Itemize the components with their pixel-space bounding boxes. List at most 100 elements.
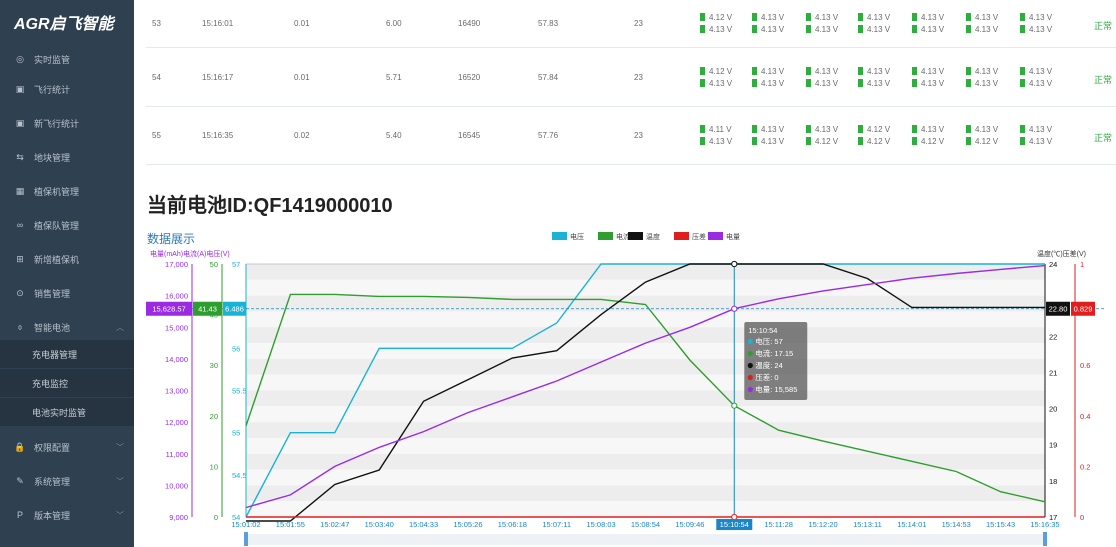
legend-swatch — [552, 232, 567, 240]
sidebar-subitem-1[interactable]: 充电监控 — [0, 369, 134, 397]
battery-icon — [912, 125, 917, 133]
cell-voltage: 4.13 V — [700, 137, 732, 146]
battery-icon — [700, 13, 705, 21]
x-tick-label: 15:13:11 — [853, 520, 882, 529]
cell-d: 57.84 — [538, 72, 559, 82]
legend-label: 电量 — [726, 232, 740, 241]
cell-voltage: 4.13 V — [912, 25, 944, 34]
voltage-value: 4.13 V — [815, 25, 839, 34]
sidebar-item-1[interactable]: ▣ 飞行统计 — [0, 74, 134, 104]
battery-icon — [752, 25, 757, 33]
cell-d: 57.76 — [538, 131, 559, 140]
sidebar-item-label: 销售管理 — [34, 288, 71, 299]
sidebar-item2-1[interactable]: ✎ 系统管理 ﹀ — [0, 466, 134, 496]
cell-time: 15:16:35 — [202, 131, 234, 140]
battery-chart[interactable]: 电压 电流 温度 压差 电量电量(mAh)电流(A)电压(V) 温度(℃)压差(V) 17,… — [146, 226, 1116, 547]
battery-icon — [966, 137, 971, 145]
cell-e: 23 — [634, 19, 643, 28]
logo: AGR启飞智能 — [14, 16, 114, 33]
battery-icon — [858, 78, 863, 87]
zoom-handle-left[interactable] — [244, 532, 248, 546]
pressure-tick-label: 1 — [1080, 260, 1084, 269]
cell-voltage: 4.12 V — [700, 13, 732, 22]
axis-readout-value: 15,628.57 — [152, 305, 185, 314]
chevron-down-icon: ﹀ — [116, 476, 124, 486]
battery-icon — [966, 125, 971, 133]
voltage-value: 4.13 V — [867, 25, 891, 34]
voltage-value: 4.13 V — [709, 78, 733, 88]
cell-voltage: 4.13 V — [912, 66, 944, 76]
x-tick-label: 15:15:43 — [986, 520, 1015, 529]
battery-icon — [1020, 78, 1025, 87]
right-axis-title: 温度(℃)压差(V) — [1037, 249, 1086, 258]
battery-icon — [912, 78, 917, 87]
x-tick-label: 15:08:03 — [587, 520, 616, 529]
capacity-tick-label: 15,000 — [165, 323, 188, 332]
sidebar-item-2[interactable]: ▣ 新飞行统计 — [0, 108, 134, 138]
page-title: 当前电池ID:QF1419000010 — [147, 195, 393, 217]
battery-icon — [858, 125, 863, 133]
cell-c: 16545 — [458, 131, 481, 140]
battery-icon — [752, 125, 757, 133]
battery-icon — [966, 78, 971, 87]
wrench-icon: ✎ — [16, 475, 24, 486]
cell-voltage: 4.12 V — [858, 125, 890, 134]
sidebar-subitem-0[interactable]: 充电器管理 — [0, 340, 134, 368]
voltage-value: 4.13 V — [921, 25, 945, 34]
capacity-tick-label: 9,000 — [169, 513, 188, 522]
battery-icon — [858, 66, 863, 75]
plot-band — [246, 469, 1045, 486]
tooltip-marker — [747, 350, 753, 357]
x-tick-label: 15:08:54 — [631, 520, 660, 529]
sidebar-item-8[interactable]: ⌽ 智能电池 ︿ — [0, 312, 134, 342]
battery-icon — [1020, 25, 1025, 33]
current-tick-label: 0 — [214, 513, 218, 522]
x-tick-label: 15:16:35 — [1030, 520, 1059, 529]
cell-e: 23 — [634, 72, 643, 82]
sidebar-item-4[interactable]: ▦ 植保机管理 — [0, 176, 134, 206]
voltage-value: 4.13 V — [815, 13, 839, 22]
sidebar-item-6[interactable]: ⊞ 新增植保机 — [0, 244, 134, 274]
voltage-value: 4.13 V — [1029, 125, 1053, 134]
cell-voltage: 4.13 V — [1020, 25, 1052, 34]
voltage-value: 4.13 V — [1029, 78, 1053, 88]
current-tick-label: 30 — [210, 361, 218, 370]
zoom-handle-right[interactable] — [1043, 532, 1047, 546]
sidebar-item-7[interactable]: ⊙ 销售管理 — [0, 278, 134, 308]
sidebar-subitem-2[interactable]: 电池实时监管 — [0, 398, 134, 426]
crosshair-point — [731, 305, 738, 312]
battery-icon — [752, 78, 757, 87]
voltage-value: 4.13 V — [867, 66, 891, 76]
battery-icon — [858, 137, 863, 145]
voltage-value: 4.12 V — [921, 137, 945, 146]
battery-icon — [700, 137, 705, 145]
cell-voltage: 4.12 V — [700, 66, 732, 76]
cell-b: 5.40 — [386, 131, 402, 140]
voltage-value: 4.13 V — [975, 66, 999, 76]
cell-voltage: 4.13 V — [966, 66, 999, 76]
sidebar-item-5[interactable]: ∞ 植保队管理 — [0, 210, 134, 240]
cell-voltage: 4.12 V — [858, 137, 890, 146]
temp-tick-label: 18 — [1049, 477, 1057, 486]
voltage-tick-label: 54.5 — [232, 471, 247, 480]
left-axis-title: 电量(mAh)电流(A)电压(V) — [150, 249, 230, 258]
plot-band — [246, 501, 1045, 517]
sidebar-item-label: 植保机管理 — [34, 186, 80, 197]
temp-tick-label: 24 — [1049, 260, 1057, 269]
sidebar-item2-2[interactable]: P 版本管理 ﹀ — [0, 500, 134, 530]
legend-swatch — [628, 232, 643, 240]
tooltip-title: 15:10:54 — [748, 326, 777, 335]
sidebar-item2-0[interactable]: 🔒 权限配置 ﹀ — [0, 432, 134, 462]
sidebar-item-3[interactable]: ⇆ 地块管理 — [0, 142, 134, 172]
voltage-value: 4.13 V — [761, 25, 785, 34]
table-row: 53 15:16:01 0.01 6.00 16490 57.83 23 4.12 V 4.13… — [146, 0, 1116, 48]
x-tick-label: 15:14:01 — [897, 520, 926, 529]
voltage-tick-label: 57 — [232, 260, 240, 269]
pressure-tick-label: 0 — [1080, 513, 1084, 522]
battery-icon — [806, 78, 811, 87]
battery-icon — [752, 66, 757, 75]
crosshair-point — [731, 402, 738, 409]
legend-label: 温度 — [646, 232, 660, 241]
add-icon: ⊞ — [16, 253, 24, 264]
sidebar-item-0[interactable]: ◎ 实时监管 — [0, 44, 134, 74]
